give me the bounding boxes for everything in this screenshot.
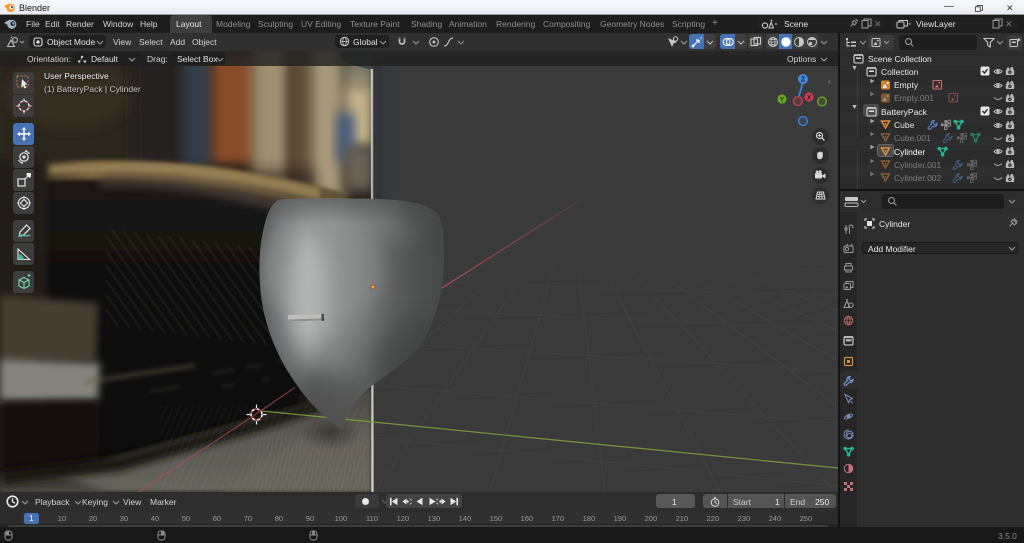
svg-text:X: X — [807, 95, 812, 102]
svg-text:Z: Z — [801, 77, 806, 84]
svg-text:Y: Y — [780, 97, 785, 104]
